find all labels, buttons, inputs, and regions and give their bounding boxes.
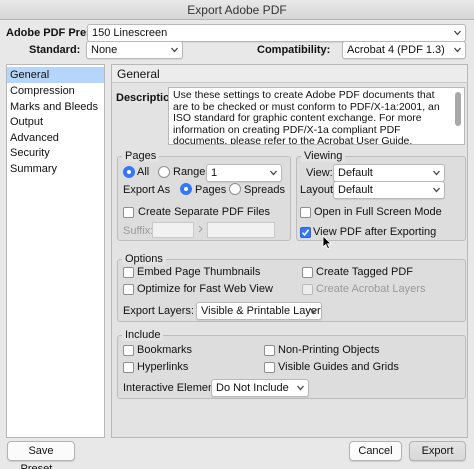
- chevron-down-icon: [454, 47, 461, 53]
- hyperlinks-label: Hyperlinks: [137, 361, 189, 373]
- description-scrollbar[interactable]: [455, 92, 461, 126]
- sidebar-item-general[interactable]: General: [7, 67, 104, 83]
- range-value: 1: [211, 167, 218, 179]
- save-preset-button[interactable]: Save Preset...: [7, 441, 75, 469]
- export-spreads-label: Spreads: [244, 184, 285, 196]
- chevron-down-icon: [171, 47, 178, 53]
- viewing-group-title: Viewing: [301, 150, 346, 162]
- fullscreen-label: Open in Full Screen Mode: [314, 206, 442, 218]
- acrobat-layers-label: Create Acrobat Layers: [316, 283, 426, 295]
- export-button[interactable]: Export: [409, 441, 466, 461]
- export-layers-label: Export Layers:: [123, 305, 194, 317]
- category-list: General Compression Marks and Bleeds Out…: [6, 64, 105, 438]
- checkmark-icon: [301, 229, 310, 236]
- guides-grids-label: Visible Guides and Grids: [278, 361, 399, 373]
- chevron-down-icon: [454, 30, 461, 36]
- tagged-pdf-checkbox[interactable]: [302, 267, 313, 278]
- non-printing-checkbox[interactable]: [264, 345, 275, 356]
- pages-all-label: All: [137, 166, 150, 178]
- chevron-down-icon: [270, 170, 277, 176]
- bookmarks-label: Bookmarks: [137, 344, 193, 356]
- cancel-button[interactable]: Cancel: [349, 441, 402, 461]
- bookmarks-checkbox[interactable]: [123, 345, 134, 356]
- export-layers-select[interactable]: Visible & Printable Layers: [196, 302, 322, 320]
- tagged-pdf-label: Create Tagged PDF: [316, 266, 414, 278]
- export-layers-value: Visible & Printable Layers: [201, 305, 322, 317]
- suffix-label: Suffix:: [123, 225, 154, 237]
- layout-value: Default: [338, 184, 373, 196]
- interactive-elements-select[interactable]: Do Not Include: [211, 379, 309, 397]
- layout-label: Layout:: [300, 184, 337, 196]
- mouse-cursor-icon: [322, 235, 332, 250]
- include-group-title: Include: [122, 329, 164, 341]
- chevron-down-icon: [297, 385, 304, 391]
- export-spreads-radio[interactable]: [229, 183, 241, 195]
- pages-range-radio[interactable]: [158, 166, 170, 178]
- layout-select[interactable]: Default: [333, 181, 445, 199]
- preset-value: 150 Linescreen: [92, 27, 168, 39]
- description-text: Use these settings to create Adobe PDF d…: [168, 87, 465, 145]
- fast-web-view-label: Optimize for Fast Web View: [137, 283, 273, 295]
- standard-value: None: [91, 44, 118, 56]
- separate-files-checkbox[interactable]: [123, 207, 134, 218]
- options-group-title: Options: [122, 253, 166, 265]
- compat-value: Acrobat 4 (PDF 1.3): [347, 44, 445, 56]
- window-title: Export Adobe PDF: [0, 0, 474, 20]
- standard-select[interactable]: None: [86, 41, 183, 59]
- export-as-label: Export As: [123, 184, 171, 196]
- interactive-elements-value: Do Not Include: [216, 382, 289, 394]
- chevron-down-icon: [433, 170, 440, 176]
- export-pages-radio[interactable]: [180, 183, 192, 195]
- range-combo[interactable]: 1: [206, 164, 282, 182]
- sidebar-item-compression[interactable]: Compression: [7, 83, 104, 99]
- embed-thumbnails-checkbox[interactable]: [123, 267, 134, 278]
- sidebar-item-advanced[interactable]: Advanced: [7, 130, 104, 146]
- view-after-export-checkbox[interactable]: [300, 227, 311, 238]
- sidebar-item-output[interactable]: Output: [7, 114, 104, 130]
- fast-web-view-checkbox[interactable]: [123, 284, 134, 295]
- pages-all-radio[interactable]: [123, 166, 135, 178]
- fullscreen-checkbox[interactable]: [300, 207, 311, 218]
- embed-thumbnails-label: Embed Page Thumbnails: [137, 266, 261, 278]
- sidebar-item-security[interactable]: Security: [7, 145, 104, 161]
- view-select[interactable]: Default: [333, 164, 445, 182]
- export-pages-label: Pages: [195, 184, 227, 196]
- preset-select[interactable]: 150 Linescreen: [87, 24, 466, 42]
- sidebar-item-summary[interactable]: Summary: [7, 161, 104, 177]
- pages-group-title: Pages: [122, 150, 160, 162]
- suffix-input[interactable]: [152, 222, 194, 238]
- chevron-down-icon: [433, 187, 440, 193]
- sidebar-item-marks-bleeds[interactable]: Marks and Bleeds: [7, 99, 104, 115]
- separate-files-label: Create Separate PDF Files: [138, 206, 271, 218]
- pages-range-label: Range:: [173, 166, 209, 178]
- acrobat-layers-checkbox[interactable]: [302, 284, 313, 295]
- view-value: Default: [338, 167, 373, 179]
- compat-label: Compatibility:: [257, 44, 331, 56]
- chevron-right-icon: [198, 225, 203, 233]
- view-label: View:: [306, 167, 333, 179]
- non-printing-label: Non-Printing Objects: [278, 344, 380, 356]
- standard-label: Standard:: [29, 44, 81, 56]
- chevron-down-icon: [310, 308, 317, 314]
- hyperlinks-checkbox[interactable]: [123, 362, 134, 373]
- guides-grids-checkbox[interactable]: [264, 362, 275, 373]
- suffix-token-field[interactable]: [207, 222, 275, 238]
- panel-title: General: [111, 64, 468, 83]
- compat-select[interactable]: Acrobat 4 (PDF 1.3): [342, 41, 466, 59]
